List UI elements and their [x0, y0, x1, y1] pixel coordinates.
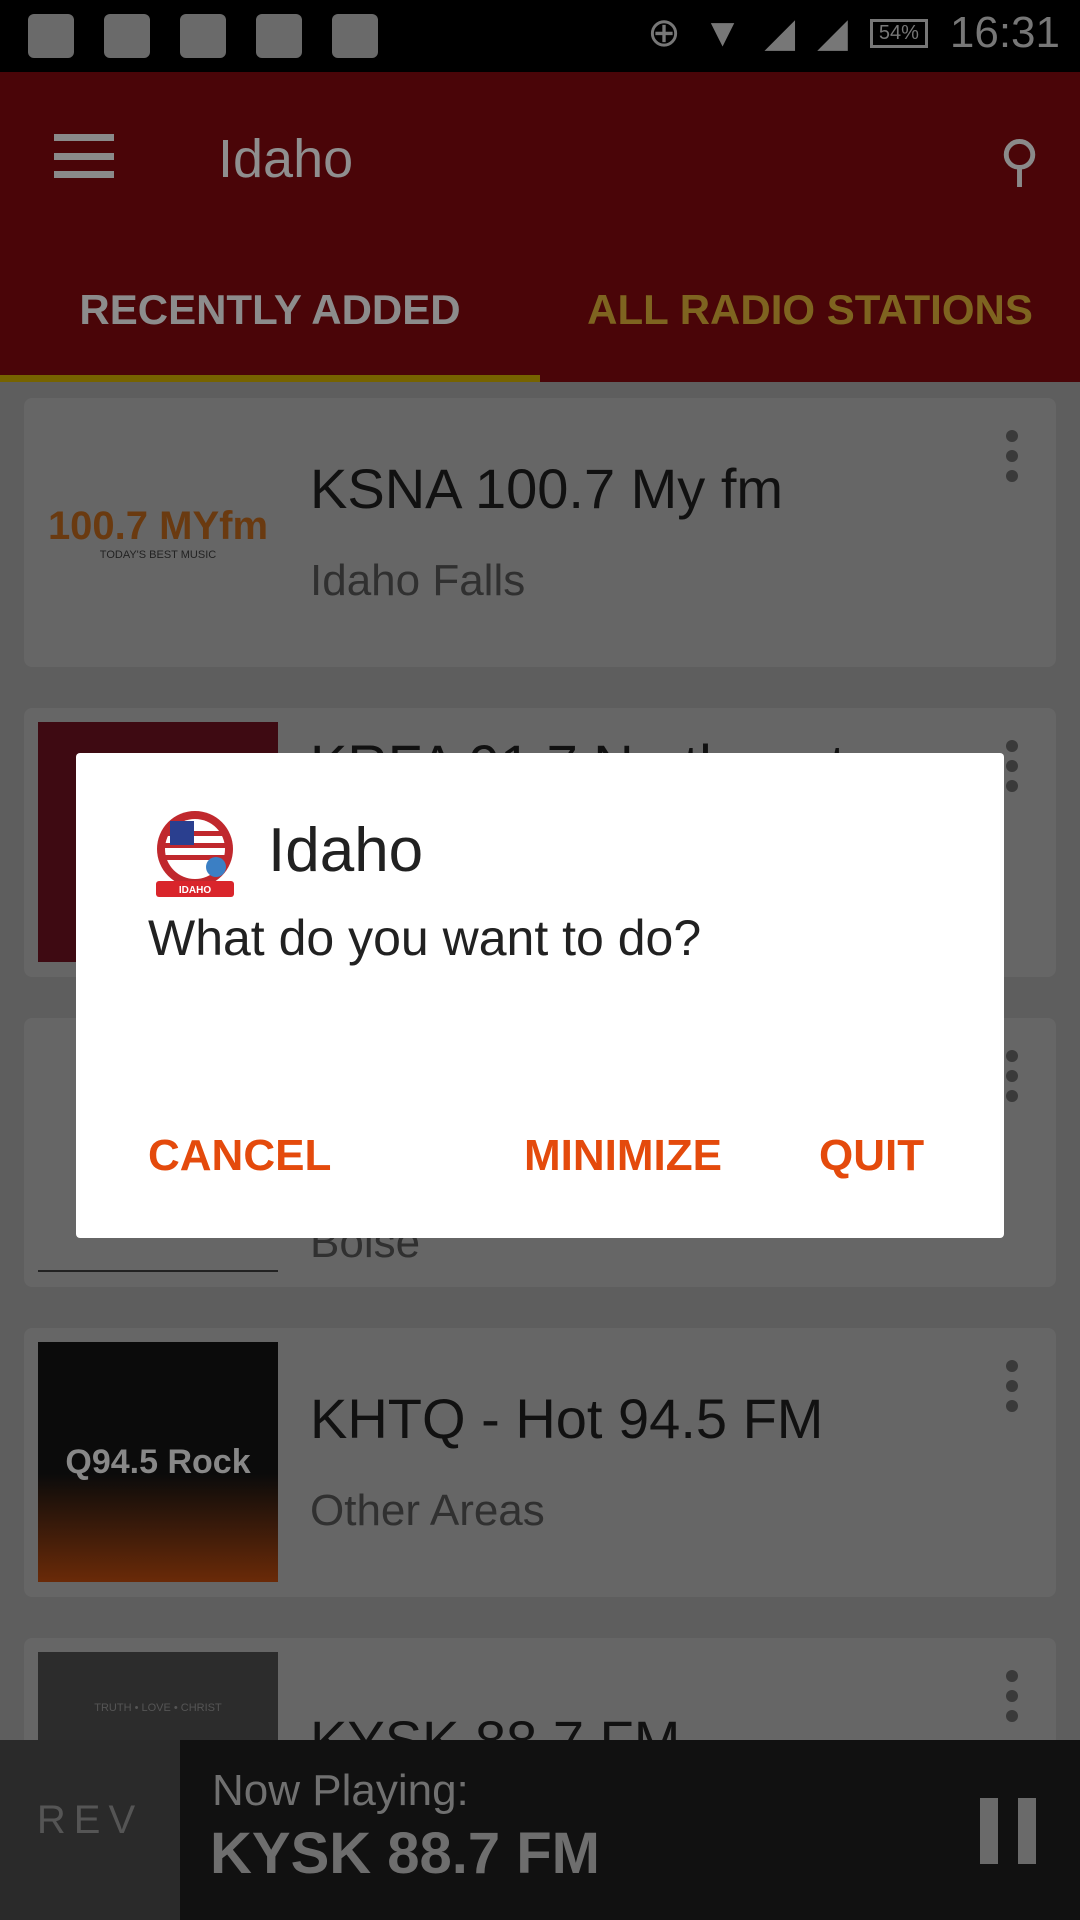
data-saver-icon: ⊕: [647, 11, 681, 55]
cancel-button[interactable]: CANCEL: [148, 1131, 331, 1181]
ghost-icon: [256, 14, 302, 58]
signal-2-icon: ◢: [817, 11, 848, 55]
station-location: Idaho Falls: [310, 556, 526, 605]
exit-dialog: IDAHO Idaho What do you want to do? CANC…: [76, 753, 1004, 1238]
station-card[interactable]: Q94.5 Rock KHTQ - Hot 94.5 FM Other Area…: [24, 1328, 1056, 1597]
svg-text:IDAHO: IDAHO: [179, 885, 211, 896]
dialog-title: Idaho: [268, 816, 424, 885]
signal-1-icon: ◢: [764, 11, 796, 55]
more-options-icon[interactable]: [1006, 1670, 1018, 1722]
more-options-icon[interactable]: [1006, 740, 1018, 792]
status-bar: ⊕ ▼ ◢ ◢ 54% 16:31: [0, 0, 1080, 72]
station-card[interactable]: 100.7 MYfm TODAY'S BEST MUSIC KSNA 100.7…: [24, 398, 1056, 667]
cleaner-icon: [104, 14, 150, 58]
station-logo: Q94.5 Rock: [38, 1342, 278, 1582]
tab-indicator: [0, 375, 540, 382]
dialog-message: What do you want to do?: [148, 910, 702, 966]
page-title: Idaho: [218, 129, 354, 189]
app-logo: IDAHO: [150, 809, 240, 899]
pause-icon[interactable]: [980, 1798, 1036, 1864]
wifi-icon: ▼: [702, 10, 743, 55]
now-playing-bar[interactable]: REV Now Playing: KYSK 88.7 FM: [0, 1740, 1080, 1920]
more-options-icon[interactable]: [1006, 430, 1018, 482]
minimize-button[interactable]: MINIMIZE: [524, 1131, 722, 1181]
quit-button[interactable]: QUIT: [819, 1131, 924, 1181]
hamburger-icon[interactable]: [54, 134, 114, 178]
station-title: KHTQ - Hot 94.5 FM: [310, 1387, 824, 1450]
now-playing-label: Now Playing:: [212, 1766, 469, 1815]
image-icon: [332, 14, 378, 58]
app-bar: Idaho ⚲ RECENTLY ADDED ALL RADIO STATION…: [0, 72, 1080, 382]
navigation-icon: [180, 14, 226, 58]
alert-icon: [28, 14, 74, 58]
more-options-icon[interactable]: [1006, 1050, 1018, 1102]
station-title: KSNA 100.7 My fm: [310, 457, 784, 520]
search-icon[interactable]: ⚲: [999, 128, 1040, 194]
station-logo: 100.7 MYfm TODAY'S BEST MUSIC: [47, 503, 269, 561]
clock: 16:31: [949, 8, 1060, 57]
now-playing-logo: REV: [0, 1740, 180, 1920]
battery-icon: 54%: [869, 18, 928, 48]
tab-recently-added[interactable]: RECENTLY ADDED: [0, 286, 540, 334]
station-location: Other Areas: [310, 1486, 545, 1535]
tab-all-radio-stations[interactable]: ALL RADIO STATIONS: [540, 286, 1080, 334]
now-playing-station: KYSK 88.7 FM: [210, 1821, 600, 1886]
more-options-icon[interactable]: [1006, 1360, 1018, 1412]
